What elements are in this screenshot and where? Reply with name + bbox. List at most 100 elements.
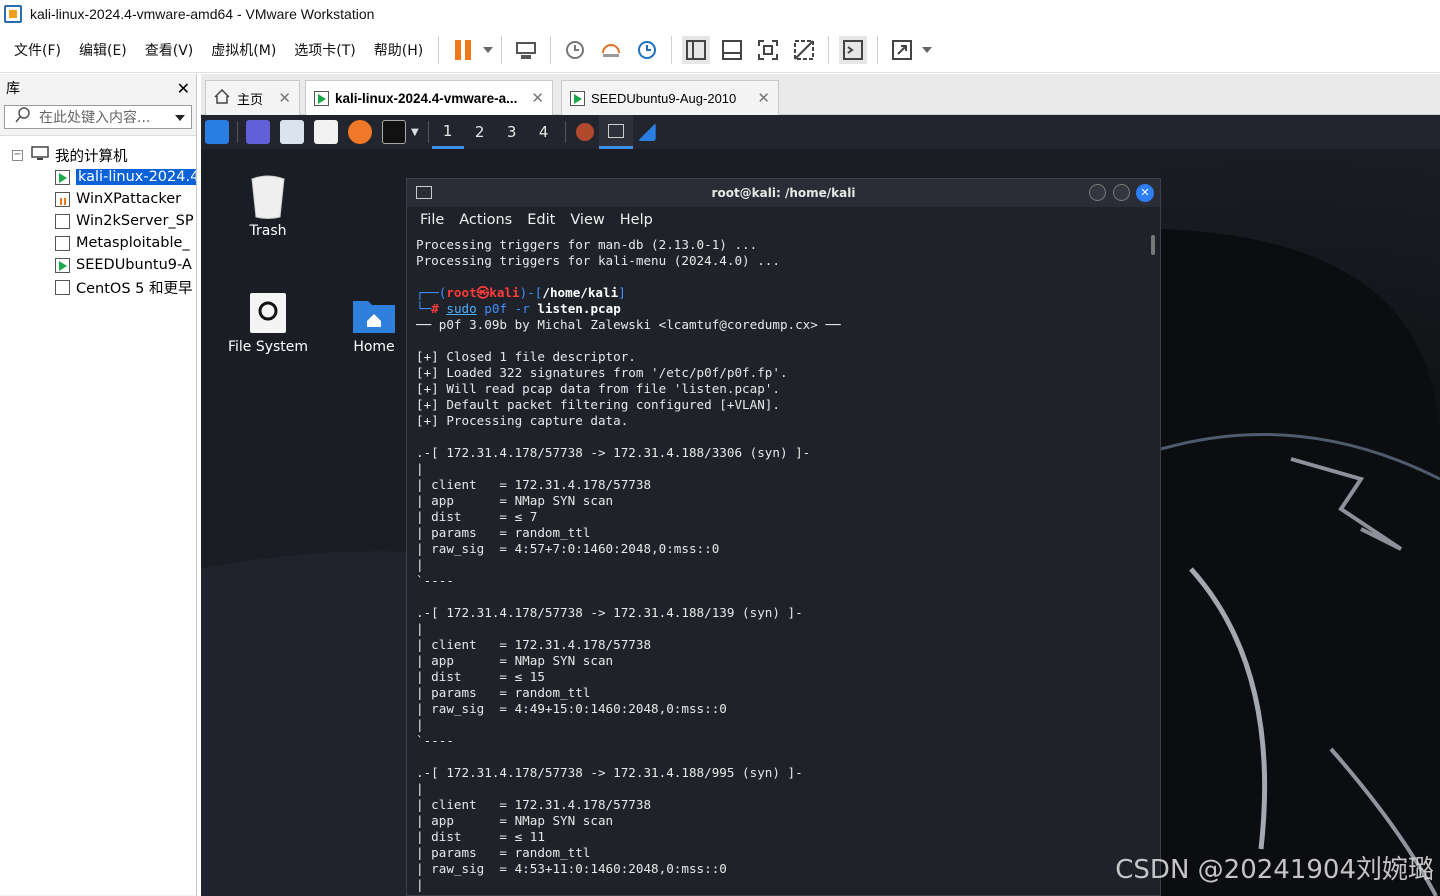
menu-tabs[interactable]: 选项卡(T) — [285, 40, 364, 60]
firefox-task-icon[interactable] — [575, 123, 594, 141]
vm-screen[interactable]: ▼ 1 2 3 4 Trash File System Home root@ka… — [201, 115, 1440, 896]
terminal-prompt: ┌──(root㉿kali)-[/home/kali] └─# sudo p0f… — [416, 285, 626, 316]
terminal-titlebar[interactable]: root@kali: /home/kali ✕ — [407, 179, 1160, 207]
menu-vm[interactable]: 虚拟机(M) — [202, 40, 285, 60]
tab-label: SEEDUbuntu9-Aug-2010 — [591, 90, 737, 106]
close-icon[interactable]: ✕ — [177, 79, 190, 98]
home-icon — [214, 88, 230, 107]
maximize-icon[interactable] — [1113, 184, 1130, 201]
vm-running-icon — [314, 90, 329, 106]
vm-running-icon — [55, 169, 70, 185]
terminal-task-icon[interactable] — [598, 115, 633, 149]
search-icon — [15, 107, 31, 127]
vm-paused-icon — [55, 191, 70, 207]
text-editor-icon[interactable] — [314, 120, 338, 144]
tree-item-label: SEEDUbuntu9-A — [76, 257, 192, 273]
collapse-icon[interactable]: − — [12, 149, 23, 161]
toolbar-divider — [877, 36, 879, 64]
toolbar-divider — [438, 36, 440, 64]
tree-item-kali[interactable]: kali-linux-2024.4 — [0, 166, 196, 188]
workspace-2[interactable]: 2 — [464, 115, 496, 149]
close-tab-icon[interactable]: ✕ — [757, 89, 770, 107]
kali-task-icon[interactable] — [637, 123, 656, 141]
tree-item-label: kali-linux-2024.4 — [76, 169, 196, 185]
close-tab-icon[interactable]: ✕ — [531, 89, 544, 107]
library-panel: 库 ✕ 在此处键入内容... − 我的计算机 kali-linux-2024.4… — [0, 74, 197, 896]
menu-view[interactable]: 查看(V) — [136, 40, 203, 60]
kali-menu-icon[interactable] — [205, 120, 229, 144]
terminal-output-top: Processing triggers for man-db (2.13.0-1… — [416, 237, 780, 268]
tree-root-my-computer[interactable]: − 我的计算机 — [0, 144, 196, 166]
toolbar-divider — [550, 36, 552, 64]
terminal-menu-actions[interactable]: Actions — [459, 212, 512, 228]
tree-item-winxp[interactable]: WinXPattacker — [0, 188, 196, 210]
menu-file[interactable]: 文件(F) — [5, 40, 70, 60]
workspace-3[interactable]: 3 — [496, 115, 528, 149]
cmd-args: p0f -r — [484, 301, 530, 316]
pause-dropdown-chevron-icon[interactable] — [481, 36, 495, 64]
terminal-menu-edit[interactable]: Edit — [527, 212, 555, 228]
tree-item-label: WinXPattacker — [76, 191, 182, 207]
desktop-icon-label: Trash — [249, 223, 287, 239]
tree-item-win2k[interactable]: Win2kServer_SP — [0, 210, 196, 232]
library-title: 库 — [6, 81, 20, 97]
minimize-icon[interactable] — [1089, 184, 1106, 201]
tab-home[interactable]: 主页 ✕ — [205, 80, 300, 115]
kali-top-panel: ▼ 1 2 3 4 — [201, 115, 1440, 149]
full-screen-icon[interactable] — [754, 36, 782, 64]
close-tab-icon[interactable]: ✕ — [278, 89, 291, 107]
vm-tree: − 我的计算机 kali-linux-2024.4 WinXPattacker … — [0, 135, 196, 895]
workspace-1[interactable]: 1 — [431, 115, 464, 149]
library-search-input[interactable]: 在此处键入内容... — [4, 105, 192, 129]
toolbar-divider — [501, 36, 503, 64]
vm-running-icon — [570, 90, 585, 106]
cmd-sudo: sudo — [446, 301, 477, 316]
menu-edit[interactable]: 编辑(E) — [70, 40, 136, 60]
close-icon[interactable]: ✕ — [1136, 184, 1154, 202]
tree-item-label: Metasploitable_ — [76, 235, 190, 251]
tree-item-label: CentOS 5 和更早 — [76, 280, 193, 297]
stretch-dropdown-chevron-icon[interactable] — [920, 36, 934, 64]
menu-help[interactable]: 帮助(H) — [365, 40, 432, 60]
snapshot-icon[interactable] — [561, 36, 589, 64]
terminal-icon[interactable] — [382, 120, 406, 144]
terminal-menu-help[interactable]: Help — [620, 212, 653, 228]
desktop-icon-filesystem[interactable]: File System — [223, 291, 313, 355]
snapshot-manager-icon[interactable] — [633, 36, 661, 64]
terminal-menu-view[interactable]: View — [570, 212, 604, 228]
revert-snapshot-icon[interactable] — [597, 36, 625, 64]
tree-item-seedubuntu[interactable]: SEEDUbuntu9-A — [0, 254, 196, 276]
terminal-output: ── p0f 3.09b by Michal Zalewski <lcamtuf… — [416, 317, 841, 892]
search-dropdown-chevron-icon[interactable] — [175, 109, 185, 125]
drive-icon — [250, 293, 286, 333]
file-manager-icon[interactable] — [280, 120, 304, 144]
tree-root-label: 我的计算机 — [55, 148, 128, 165]
vmware-logo-icon — [4, 5, 22, 23]
pause-button[interactable] — [449, 36, 477, 64]
terminal-window[interactable]: root@kali: /home/kali ✕ File Actions Edi… — [406, 178, 1161, 896]
terminal-dropdown-chevron-icon[interactable]: ▼ — [411, 127, 419, 138]
desktop-icon-trash[interactable]: Trash — [223, 173, 313, 239]
tree-item-label: Win2kServer_SP — [76, 213, 194, 229]
send-ctrl-alt-del-icon[interactable] — [512, 36, 540, 64]
thumbnail-bar-icon[interactable] — [718, 36, 746, 64]
show-desktop-icon[interactable] — [246, 120, 270, 144]
vm-icon — [55, 235, 70, 251]
stretch-guest-icon[interactable] — [888, 36, 916, 64]
unity-mode-icon[interactable] — [790, 36, 818, 64]
show-library-icon[interactable] — [682, 36, 711, 64]
toolbar-divider — [828, 36, 830, 64]
firefox-icon[interactable] — [348, 120, 372, 144]
tab-label: 主页 — [237, 91, 264, 107]
tab-kali[interactable]: kali-linux-2024.4-vmware-a... ✕ — [305, 80, 553, 115]
terminal-scrollbar[interactable] — [1151, 235, 1155, 255]
tab-seedubuntu[interactable]: SEEDUbuntu9-Aug-2010 ✕ — [561, 80, 779, 115]
library-header: 库 ✕ — [0, 74, 196, 102]
vm-running-icon — [55, 257, 70, 273]
console-view-icon[interactable] — [839, 36, 868, 64]
computer-icon — [31, 145, 49, 165]
terminal-menu-file[interactable]: File — [420, 212, 444, 228]
workspace-4[interactable]: 4 — [528, 115, 560, 149]
tree-item-centos[interactable]: CentOS 5 和更早 — [0, 276, 196, 298]
tree-item-metasploitable[interactable]: Metasploitable_ — [0, 232, 196, 254]
